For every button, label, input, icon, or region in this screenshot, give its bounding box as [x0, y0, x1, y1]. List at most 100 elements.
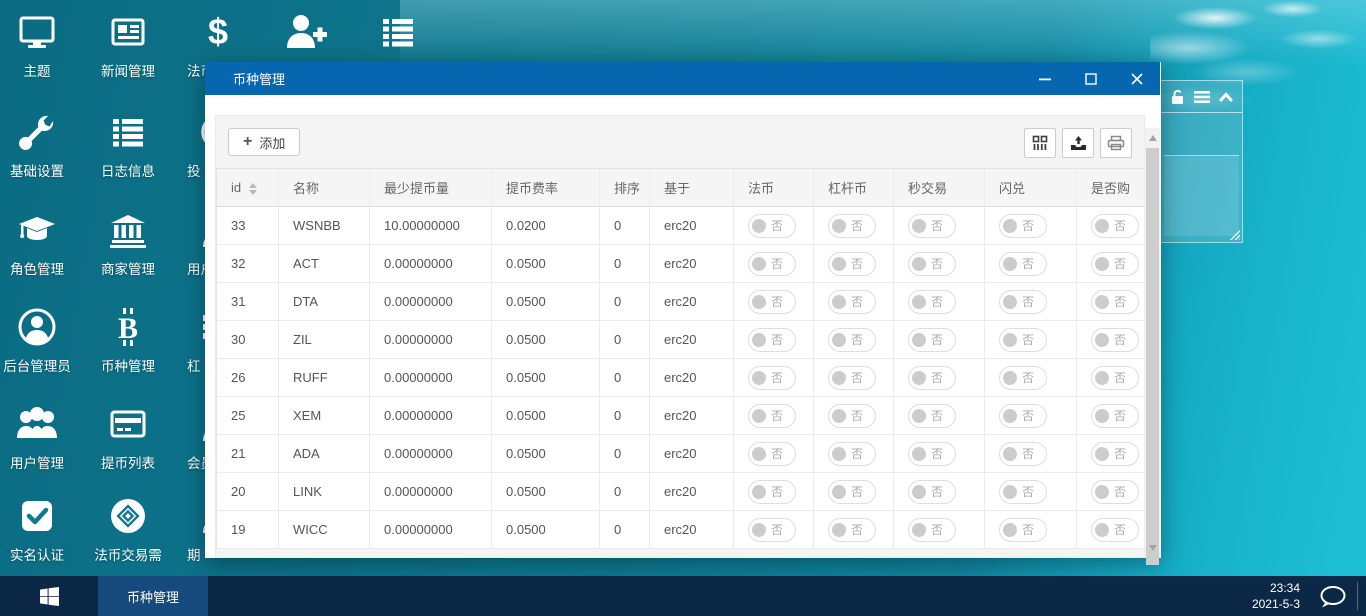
toggle-off-switch[interactable]: 否	[748, 213, 796, 238]
toggle-off-switch[interactable]: 否	[999, 441, 1047, 466]
desktop-icon[interactable]: 角色管理	[0, 206, 79, 278]
taskbar-clock[interactable]: 23:34 2021-5-3	[1252, 580, 1300, 612]
toggle-label: 否	[931, 257, 944, 271]
desktop-icon[interactable]: 商家管理	[86, 206, 170, 278]
scrollbar-thumb[interactable]	[1146, 148, 1159, 565]
toggle-off-switch[interactable]: 否	[1091, 365, 1139, 390]
toggle-off-switch[interactable]: 否	[828, 289, 876, 314]
add-button[interactable]: + 添加	[228, 128, 301, 156]
toggle-knob	[832, 332, 846, 347]
desktop-icon[interactable]: 基础设置	[0, 108, 79, 180]
toggle-off-switch[interactable]: 否	[1091, 327, 1139, 352]
toggle-off-switch[interactable]: 否	[748, 403, 796, 428]
toggle-off-switch[interactable]: 否	[908, 441, 956, 466]
print-button[interactable]	[1100, 128, 1132, 158]
toggle-off-switch[interactable]: 否	[999, 213, 1047, 238]
desktop-icon-label: 商家管理	[101, 262, 155, 277]
cell-id: 26	[216, 358, 279, 397]
toggle-off-switch[interactable]: 否	[999, 289, 1047, 314]
close-button[interactable]	[1114, 62, 1160, 95]
show-desktop-divider[interactable]	[1357, 582, 1358, 610]
toggle-off-switch[interactable]: 否	[748, 251, 796, 276]
cell-id: 30	[216, 320, 279, 359]
toggle-off-switch[interactable]: 否	[908, 403, 956, 428]
scroll-up-arrow[interactable]	[1145, 130, 1160, 146]
toggle-off-switch[interactable]: 否	[908, 365, 956, 390]
header-id[interactable]: id	[216, 168, 279, 207]
export-button[interactable]	[1062, 128, 1094, 158]
unlock-icon[interactable]	[1170, 89, 1185, 105]
toggle-knob	[1095, 370, 1109, 385]
minimize-button[interactable]	[1022, 62, 1068, 95]
toggle-off-switch[interactable]: 否	[828, 441, 876, 466]
toggle-off-switch[interactable]: 否	[828, 213, 876, 238]
toggle-off-switch[interactable]: 否	[748, 479, 796, 504]
toggle-off-switch[interactable]: 否	[1091, 213, 1139, 238]
scroll-down-arrow[interactable]	[1145, 540, 1160, 556]
toggle-off-switch[interactable]: 否	[828, 517, 876, 542]
svg-text:B: B	[118, 312, 138, 345]
toggle-off-switch[interactable]: 否	[1091, 517, 1139, 542]
chevron-up-icon[interactable]	[1219, 91, 1233, 102]
toggle-off-switch[interactable]: 否	[748, 441, 796, 466]
desktop-icon[interactable]: B 币种管理	[86, 303, 170, 375]
toggle-off-switch[interactable]: 否	[908, 517, 956, 542]
desktop-icon[interactable]: 新闻管理	[86, 8, 170, 80]
taskbar-active-task[interactable]: 币种管理	[98, 576, 208, 616]
toggle-off-switch[interactable]: 否	[1091, 251, 1139, 276]
toggle-off-switch[interactable]: 否	[748, 365, 796, 390]
toggle-off-switch[interactable]: 否	[908, 213, 956, 238]
toggle-label: 否	[771, 485, 784, 499]
desktop-icon[interactable]: 后台管理员	[0, 303, 79, 375]
toggle-off-switch[interactable]: 否	[748, 327, 796, 352]
toggle-label: 否	[1022, 447, 1035, 461]
toggle-off-switch[interactable]: 否	[1091, 403, 1139, 428]
desktop-icon[interactable]: 主题	[0, 8, 79, 80]
desktop-icon[interactable]: 实名认证	[0, 492, 79, 564]
desktop-icon[interactable]: 法币交易需	[86, 492, 170, 564]
desktop-icon[interactable]	[356, 8, 440, 60]
toggle-off-switch[interactable]: 否	[999, 403, 1047, 428]
toggle-label: 否	[1022, 257, 1035, 271]
toggle-off-switch[interactable]: 否	[748, 517, 796, 542]
toggle-off-switch[interactable]: 否	[1091, 289, 1139, 314]
toggle-off-switch[interactable]: 否	[999, 479, 1047, 504]
desktop-icon[interactable]: 用户管理	[0, 400, 79, 472]
cell-id: 32	[216, 244, 279, 283]
toggle-cell-leverage: 否	[813, 396, 894, 435]
toggle-off-switch[interactable]: 否	[748, 289, 796, 314]
toggle-knob	[912, 408, 926, 423]
sort-icon[interactable]	[249, 182, 258, 195]
toggle-label: 否	[851, 485, 864, 499]
toggle-off-switch[interactable]: 否	[908, 479, 956, 504]
toggle-off-switch[interactable]: 否	[828, 251, 876, 276]
widget-list-area	[1164, 155, 1239, 236]
toggle-off-switch[interactable]: 否	[828, 403, 876, 428]
columns-button[interactable]	[1024, 128, 1056, 158]
cell-fee: 0.0500	[491, 396, 600, 435]
toggle-off-switch[interactable]: 否	[1091, 479, 1139, 504]
notification-bubble-icon[interactable]	[1319, 585, 1346, 614]
desktop-icon[interactable]	[264, 8, 348, 60]
desktop-icon[interactable]: 日志信息	[86, 108, 170, 180]
toggle-off-switch[interactable]: 否	[908, 327, 956, 352]
toggle-off-switch[interactable]: 否	[908, 251, 956, 276]
toggle-cell-second-trade: 否	[893, 206, 985, 245]
toggle-off-switch[interactable]: 否	[828, 365, 876, 390]
toggle-off-switch[interactable]: 否	[999, 517, 1047, 542]
toggle-off-switch[interactable]: 否	[999, 327, 1047, 352]
cell-name: ADA	[278, 434, 370, 473]
toggle-off-switch[interactable]: 否	[999, 251, 1047, 276]
desktop-icon[interactable]: 提币列表	[86, 400, 170, 472]
toggle-off-switch[interactable]: 否	[908, 289, 956, 314]
start-button[interactable]	[0, 576, 98, 616]
toggle-off-switch[interactable]: 否	[828, 479, 876, 504]
maximize-button[interactable]	[1068, 62, 1114, 95]
toggle-off-switch[interactable]: 否	[999, 365, 1047, 390]
toggle-off-switch[interactable]: 否	[828, 327, 876, 352]
toggle-off-switch[interactable]: 否	[1091, 441, 1139, 466]
toolbar-right-buttons	[1024, 128, 1132, 158]
menu-icon[interactable]	[1194, 90, 1210, 104]
desktop-icon-label: 基础设置	[10, 164, 64, 179]
vertical-scrollbar[interactable]	[1145, 128, 1160, 565]
